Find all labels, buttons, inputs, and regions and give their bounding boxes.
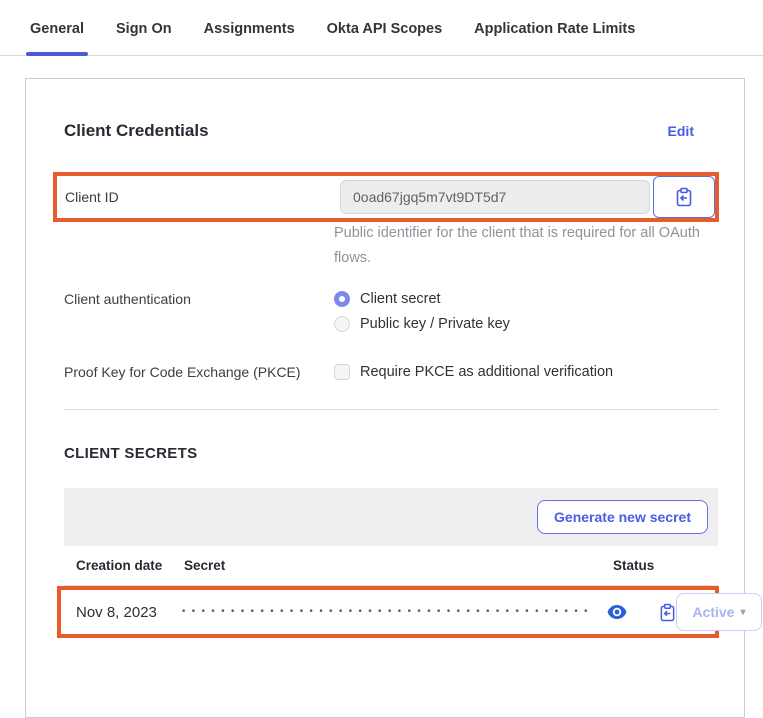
secret-creation-date: Nov 8, 2023 (61, 604, 181, 621)
section-title: Client Credentials (64, 121, 209, 141)
radio-client-secret[interactable]: Client secret (334, 291, 510, 307)
section-divider (64, 409, 718, 410)
client-secrets-panel: Generate new secret Creation date Secret… (64, 488, 718, 586)
status-label: Active (692, 604, 734, 620)
tab-okta-api-scopes[interactable]: Okta API Scopes (327, 21, 443, 55)
generate-new-secret-button[interactable]: Generate new secret (537, 500, 708, 534)
clipboard-icon (675, 187, 693, 207)
copy-client-id-button[interactable] (653, 176, 715, 218)
client-credentials-header: Client Credentials Edit (64, 121, 694, 141)
tab-general[interactable]: General (30, 21, 84, 55)
secret-status-dropdown[interactable]: Active ▾ (676, 593, 762, 631)
client-authentication-label: Client authentication (64, 291, 334, 332)
masked-secret-value: ••••••••••••••••••••••••••••••••••••••••… (181, 607, 593, 617)
client-id-highlight: Client ID 0oad67jgq5m7vt9DT5d7 (53, 172, 719, 222)
clipboard-icon (659, 603, 676, 622)
tab-assignments[interactable]: Assignments (204, 21, 295, 55)
tab-bar: General Sign On Assignments Okta API Sco… (0, 0, 763, 56)
radio-selected-icon[interactable] (334, 291, 350, 307)
tab-sign-on[interactable]: Sign On (116, 21, 172, 55)
pkce-option-label: Require PKCE as additional verification (360, 364, 613, 380)
general-settings-card: Client Credentials Edit Client ID 0oad67… (25, 78, 745, 718)
pkce-label: Proof Key for Code Exchange (PKCE) (64, 364, 334, 380)
secret-row-highlight: Nov 8, 2023 ••••••••••••••••••••••••••••… (57, 586, 719, 638)
column-secret: Secret (184, 558, 613, 573)
checkbox-unchecked-icon[interactable] (334, 364, 350, 380)
secrets-toolbar: Generate new secret (64, 488, 718, 546)
pkce-checkbox-option[interactable]: Require PKCE as additional verification (334, 364, 613, 380)
client-authentication-row: Client authentication Client secret Publ… (64, 291, 717, 332)
client-id-help-text: Public identifier for the client that is… (334, 221, 714, 271)
client-secrets-title: CLIENT SECRETS (64, 445, 197, 462)
chevron-down-icon: ▾ (740, 607, 745, 618)
radio-client-secret-label: Client secret (360, 291, 441, 307)
client-id-field[interactable]: 0oad67jgq5m7vt9DT5d7 (340, 180, 650, 214)
secret-cell: ••••••••••••••••••••••••••••••••••••••••… (181, 603, 676, 622)
column-status: Status (613, 558, 718, 573)
client-id-label: Client ID (57, 189, 340, 205)
reveal-secret-button[interactable] (607, 605, 627, 619)
radio-public-private-key[interactable]: Public key / Private key (334, 316, 510, 332)
radio-public-private-key-label: Public key / Private key (360, 316, 510, 332)
pkce-row: Proof Key for Code Exchange (PKCE) Requi… (64, 364, 717, 380)
secrets-table-header: Creation date Secret Status (64, 546, 718, 586)
copy-secret-button[interactable] (659, 603, 676, 622)
tab-application-rate-limits[interactable]: Application Rate Limits (474, 21, 635, 55)
column-creation-date: Creation date (64, 558, 184, 573)
edit-link[interactable]: Edit (668, 123, 694, 139)
radio-unselected-icon[interactable] (334, 316, 350, 332)
eye-icon (607, 605, 627, 619)
